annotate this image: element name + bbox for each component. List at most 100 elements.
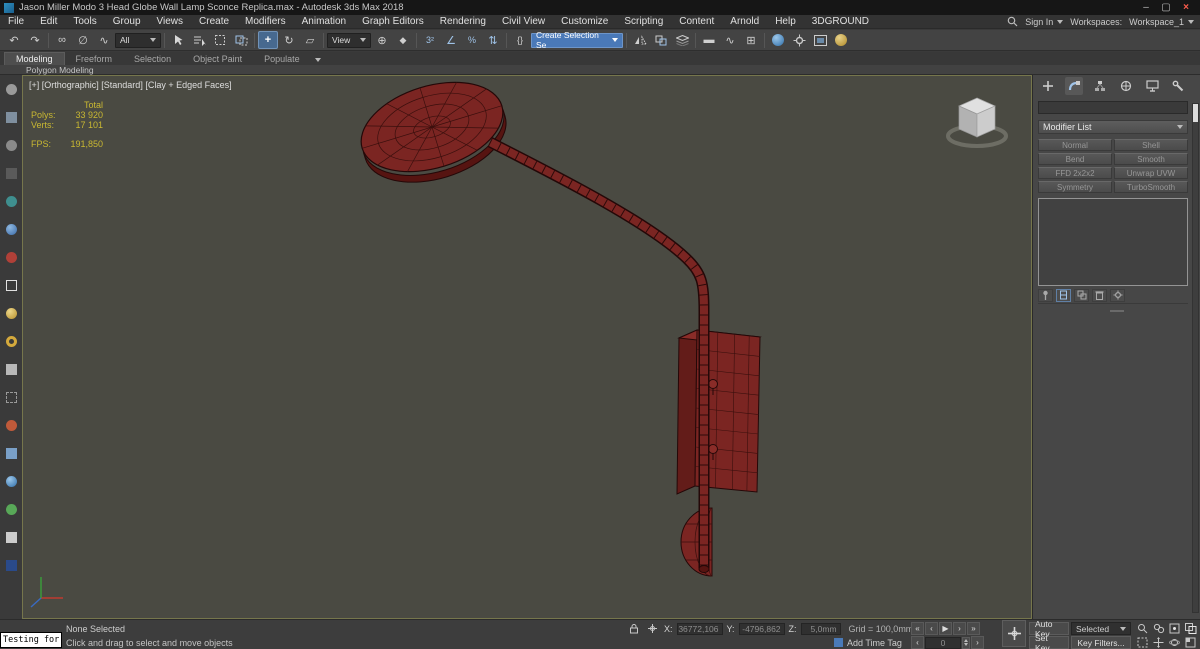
left-tool-9[interactable]	[3, 305, 19, 321]
modifier-button-turbosmooth[interactable]: TurboSmooth	[1114, 181, 1188, 193]
z-coordinate-field[interactable]: 5,0mm	[800, 622, 841, 635]
zoom-icon[interactable]	[1135, 622, 1150, 635]
selection-lock-icon[interactable]	[626, 622, 641, 635]
rollout-resize-handle[interactable]	[1109, 310, 1124, 312]
bind-spacewarp-icon[interactable]: ∿	[94, 31, 114, 49]
selection-region-icon[interactable]	[210, 31, 230, 49]
frame-spinner[interactable]	[962, 636, 970, 649]
show-end-result-icon[interactable]	[1056, 288, 1071, 302]
key-mode-dropdown[interactable]: Selected	[1071, 622, 1131, 635]
unlink-selection-icon[interactable]: ∅	[73, 31, 93, 49]
render-setup-icon[interactable]	[789, 31, 809, 49]
tab-freeform[interactable]: Freeform	[65, 53, 124, 65]
hierarchy-tab-icon[interactable]	[1091, 77, 1109, 95]
menu-scripting[interactable]: Scripting	[616, 15, 671, 28]
left-tool-3[interactable]	[3, 137, 19, 153]
maxscript-mini-listener[interactable]: Testing for	[0, 632, 62, 648]
go-to-end-button[interactable]: »	[967, 622, 980, 635]
modifier-button-shell[interactable]: Shell	[1114, 139, 1188, 151]
create-tab-icon[interactable]	[1039, 77, 1057, 95]
angle-snap-icon[interactable]: ∠	[441, 31, 461, 49]
modifier-button-ffd[interactable]: FFD 2x2x2	[1038, 167, 1112, 179]
left-tool-15[interactable]	[3, 473, 19, 489]
layer-manager-icon[interactable]	[672, 31, 692, 49]
x-coordinate-field[interactable]: 36772,106	[676, 622, 723, 635]
menu-group[interactable]: Group	[105, 15, 149, 28]
pan-icon[interactable]	[1151, 636, 1166, 649]
menu-views[interactable]: Views	[149, 15, 192, 28]
menu-edit[interactable]: Edit	[32, 15, 65, 28]
tab-populate[interactable]: Populate	[253, 53, 311, 65]
modify-tab-icon[interactable]	[1065, 77, 1083, 95]
redo-icon[interactable]: ↷	[25, 31, 45, 49]
maximize-viewport-icon[interactable]	[1183, 636, 1198, 649]
select-object-icon[interactable]	[168, 31, 188, 49]
left-tool-14[interactable]	[3, 445, 19, 461]
left-tool-16[interactable]	[3, 501, 19, 517]
left-tool-8[interactable]	[3, 277, 19, 293]
tab-selection[interactable]: Selection	[123, 53, 182, 65]
close-button[interactable]: ×	[1176, 2, 1196, 13]
polygon-modeling-panel[interactable]: Polygon Modeling	[26, 65, 94, 75]
menu-content[interactable]: Content	[671, 15, 722, 28]
set-key-button[interactable]: Set Key	[1029, 633, 1069, 649]
pin-stack-icon[interactable]	[1038, 288, 1053, 302]
percent-snap-icon[interactable]: %	[462, 31, 482, 49]
set-keys-button[interactable]	[1002, 620, 1026, 647]
make-unique-icon[interactable]	[1074, 288, 1089, 302]
command-panel-scrollbar[interactable]	[1192, 103, 1199, 613]
workspace-dropdown[interactable]: Workspace_1	[1129, 17, 1194, 27]
select-rotate-icon[interactable]: ↻	[279, 31, 299, 49]
zoom-all-icon[interactable]	[1151, 622, 1166, 635]
minimize-button[interactable]: –	[1136, 2, 1156, 13]
zoom-extents-all-icon[interactable]	[1183, 622, 1198, 635]
modifier-button-smooth[interactable]: Smooth	[1114, 153, 1188, 165]
current-frame-field[interactable]: 0	[925, 636, 961, 649]
previous-frame-button[interactable]: ‹	[925, 622, 938, 635]
previous-key-button[interactable]: ‹	[911, 636, 924, 649]
search-icon[interactable]	[1007, 16, 1018, 27]
sign-in-menu[interactable]: Sign In	[1025, 17, 1064, 27]
viewport[interactable]: [+] [Orthographic] [Standard] [Clay + Ed…	[22, 75, 1032, 619]
zoom-extents-icon[interactable]	[1167, 622, 1182, 635]
menu-tools[interactable]: Tools	[65, 15, 104, 28]
menu-help[interactable]: Help	[767, 15, 804, 28]
menu-animation[interactable]: Animation	[294, 15, 354, 28]
scrollbar-thumb[interactable]	[1193, 104, 1198, 122]
go-to-start-button[interactable]: «	[911, 622, 924, 635]
menu-arnold[interactable]: Arnold	[722, 15, 767, 28]
left-tool-7[interactable]	[3, 249, 19, 265]
select-scale-icon[interactable]: ▱	[300, 31, 320, 49]
next-frame-button[interactable]: ›	[953, 622, 966, 635]
toggle-ribbon-icon[interactable]: ▬	[699, 31, 719, 49]
create-selection-set-dropdown[interactable]: Create Selection Se	[531, 30, 623, 50]
undo-icon[interactable]: ↶	[4, 31, 24, 49]
orbit-icon[interactable]	[1167, 636, 1182, 649]
spinner-snap-icon[interactable]: ⇅	[483, 31, 503, 49]
schematic-view-icon[interactable]: ⊞	[741, 31, 761, 49]
modifier-stack[interactable]	[1038, 198, 1188, 286]
modifier-button-bend[interactable]: Bend	[1038, 153, 1112, 165]
render-production-icon[interactable]	[831, 31, 851, 49]
maximize-button[interactable]: ▢	[1156, 2, 1176, 13]
left-tool-10[interactable]	[3, 333, 19, 349]
rendered-frame-window-icon[interactable]	[810, 31, 830, 49]
play-button[interactable]: ▶	[939, 622, 952, 635]
select-link-icon[interactable]: ∞	[52, 31, 72, 49]
tab-object-paint[interactable]: Object Paint	[182, 53, 253, 65]
mirror-icon[interactable]	[630, 31, 650, 49]
remove-modifier-icon[interactable]	[1092, 288, 1107, 302]
left-tool-4[interactable]	[3, 165, 19, 181]
menu-civil-view[interactable]: Civil View	[494, 15, 553, 28]
modifier-button-unwrap[interactable]: Unwrap UVW	[1114, 167, 1188, 179]
align-icon[interactable]	[651, 31, 671, 49]
named-selection-sets-icon[interactable]: {}	[510, 31, 530, 49]
tab-modeling[interactable]: Modeling	[4, 52, 65, 65]
left-tool-1[interactable]	[3, 81, 19, 97]
left-tool-13[interactable]	[3, 417, 19, 433]
left-tool-6[interactable]	[3, 221, 19, 237]
reference-coordinate-dropdown[interactable]: View	[327, 32, 371, 48]
menu-create[interactable]: Create	[191, 15, 237, 28]
left-tool-17[interactable]	[3, 529, 19, 545]
modifier-list-dropdown[interactable]: Modifier List	[1038, 120, 1188, 134]
